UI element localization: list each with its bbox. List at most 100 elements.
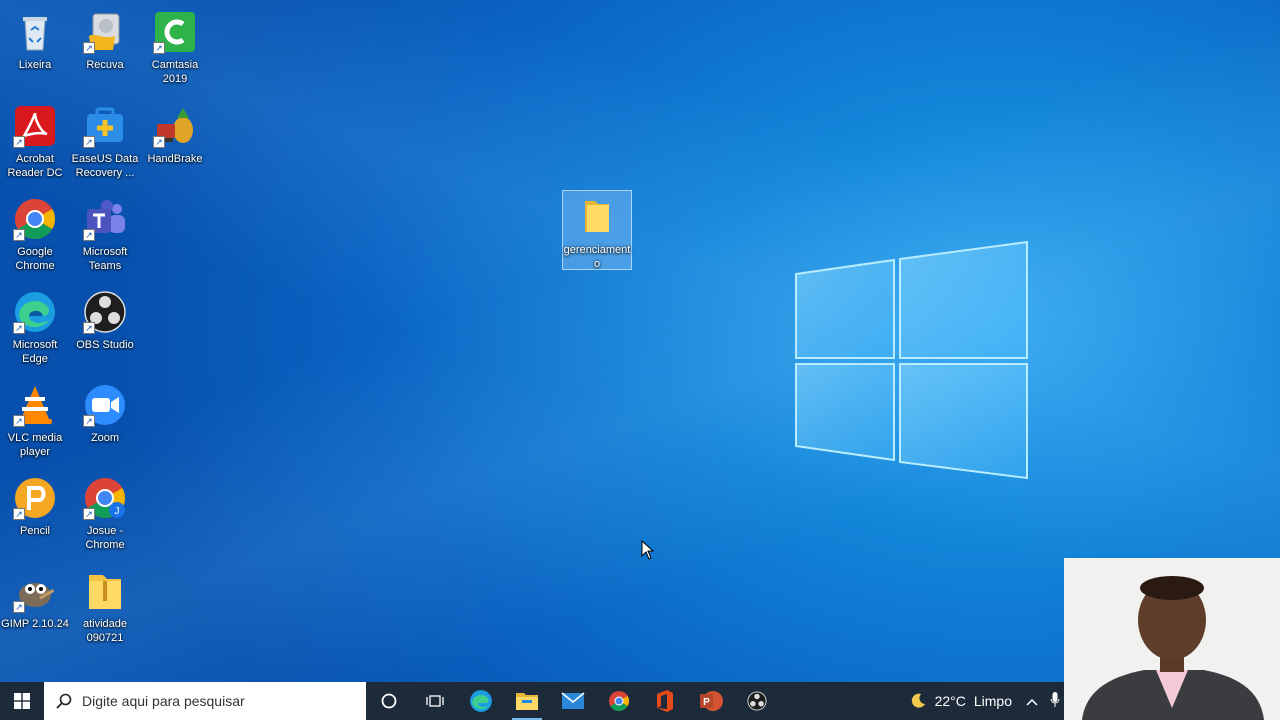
taskbar-chrome[interactable] — [596, 682, 642, 720]
zip-folder-icon — [83, 569, 127, 613]
shortcut-arrow-icon: ↗ — [13, 415, 25, 427]
desktop-icon-obs-studio[interactable]: ↗ OBS Studio — [70, 286, 140, 352]
shortcut-arrow-icon: ↗ — [83, 508, 95, 520]
icon-label: Recuva — [86, 59, 124, 71]
easeus-icon: ↗ — [83, 104, 127, 148]
shortcut-arrow-icon: ↗ — [83, 229, 95, 241]
icon-label: HandBrake — [147, 153, 203, 165]
svg-text:P: P — [703, 697, 710, 708]
desktop-icon-google-chrome[interactable]: ↗ Google Chrome — [0, 193, 70, 273]
desktop-folder-gerenciamento[interactable]: gerenciamento — [562, 190, 632, 270]
weather-temperature: 22°C — [934, 693, 966, 709]
taskbar-file-explorer[interactable] — [504, 682, 550, 720]
taskbar-powerpoint[interactable]: P — [688, 682, 734, 720]
icon-label: GIMP 2.10.24 — [1, 618, 69, 630]
desktop-icon-microsoft-teams[interactable]: ↗ Microsoft Teams — [70, 193, 140, 273]
shortcut-arrow-icon: ↗ — [153, 42, 165, 54]
chrome-icon — [609, 691, 629, 711]
chevron-up-icon — [1026, 698, 1038, 706]
taskbar-search-box[interactable]: Digite aqui para pesquisar — [44, 682, 366, 720]
desktop-icon-pencil[interactable]: ↗ Pencil — [0, 472, 70, 538]
zoom-icon: ↗ — [83, 383, 127, 427]
weather-widget[interactable]: 22°C Limpo — [909, 692, 1012, 710]
icon-label: Google Chrome — [15, 246, 55, 272]
show-hidden-icons-button[interactable] — [1026, 693, 1038, 709]
icon-label: atividade 090721 — [82, 618, 128, 644]
icon-label: OBS Studio — [76, 339, 134, 351]
shortcut-arrow-icon: ↗ — [13, 229, 25, 241]
recuva-icon: ↗ — [83, 10, 127, 54]
camtasia-icon: ↗ — [153, 10, 197, 54]
taskbar-office[interactable] — [642, 682, 688, 720]
windows-start-icon — [14, 693, 30, 709]
search-icon — [56, 693, 72, 709]
start-button[interactable] — [0, 682, 44, 720]
microphone-button[interactable] — [1050, 691, 1060, 711]
taskbar: Digite aqui para pesquisar P 22°C Limpo — [0, 682, 1064, 720]
icon-label: gerenciamento — [563, 244, 631, 270]
icon-label: Microsoft Teams — [82, 246, 128, 272]
icon-label: Zoom — [90, 432, 120, 444]
folder-icon — [575, 195, 619, 239]
desktop-icon-gimp[interactable]: ↗ GIMP 2.10.24 — [0, 565, 70, 631]
handbrake-icon: ↗ — [153, 104, 197, 148]
search-placeholder: Digite aqui para pesquisar — [82, 693, 245, 709]
acrobat-icon: ↗ — [13, 104, 57, 148]
chrome-profile-icon: J ↗ — [83, 476, 127, 520]
task-view-button[interactable] — [412, 682, 458, 720]
taskbar-mail[interactable] — [550, 682, 596, 720]
moon-icon — [911, 693, 925, 708]
icon-label: Acrobat Reader DC — [7, 153, 63, 179]
obs-icon: ↗ — [83, 290, 127, 334]
chrome-icon: ↗ — [13, 197, 57, 241]
weather-condition: Limpo — [973, 693, 1012, 709]
taskbar-edge[interactable] — [458, 682, 504, 720]
task-view-icon — [426, 695, 444, 707]
shortcut-arrow-icon: ↗ — [13, 322, 25, 334]
svg-text:J: J — [115, 506, 120, 517]
gimp-icon: ↗ — [13, 569, 57, 613]
file-explorer-icon — [516, 693, 538, 710]
office-icon — [657, 690, 673, 712]
icon-label: EaseUS Data Recovery ... — [71, 153, 139, 179]
shortcut-arrow-icon: ↗ — [83, 136, 95, 148]
icon-label: Camtasia 2019 — [151, 59, 199, 85]
pencil-app-icon: ↗ — [13, 476, 57, 520]
desktop-icon-lixeira[interactable]: Lixeira — [0, 6, 70, 72]
desktop-icon-camtasia[interactable]: ↗ Camtasia 2019 — [140, 6, 210, 86]
vlc-cone-icon: ↗ — [13, 383, 57, 427]
powerpoint-icon: P — [700, 691, 723, 711]
obs-icon — [747, 691, 767, 711]
desktop-icon-microsoft-edge[interactable]: ↗ Microsoft Edge — [0, 286, 70, 366]
shortcut-arrow-icon: ↗ — [13, 136, 25, 148]
presenter-video-image — [1064, 558, 1280, 720]
mouse-cursor-icon — [641, 540, 655, 560]
desktop-icon-josue-chrome[interactable]: J ↗ Josue - Chrome — [70, 472, 140, 552]
shortcut-arrow-icon: ↗ — [13, 508, 25, 520]
icon-label: VLC media player — [7, 432, 63, 458]
shortcut-arrow-icon: ↗ — [83, 42, 95, 54]
shortcut-arrow-icon: ↗ — [153, 136, 165, 148]
cortana-button[interactable] — [366, 682, 412, 720]
icon-label: Microsoft Edge — [12, 339, 58, 365]
desktop-icon-easeus[interactable]: ↗ EaseUS Data Recovery ... — [70, 100, 140, 180]
system-tray: 22°C Limpo — [909, 682, 1064, 720]
desktop-icon-acrobat[interactable]: ↗ Acrobat Reader DC — [0, 100, 70, 180]
icon-label: Pencil — [20, 525, 50, 537]
mail-icon — [561, 692, 585, 709]
icon-label: Josue - Chrome — [85, 525, 125, 551]
desktop-icon-zoom[interactable]: ↗ Zoom — [70, 379, 140, 445]
shortcut-arrow-icon: ↗ — [83, 322, 95, 334]
edge-icon — [470, 690, 492, 712]
microphone-icon — [1050, 691, 1060, 707]
desktop-icon-vlc[interactable]: ↗ VLC media player — [0, 379, 70, 459]
edge-icon: ↗ — [13, 290, 57, 334]
shortcut-arrow-icon: ↗ — [13, 601, 25, 613]
shortcut-arrow-icon: ↗ — [83, 415, 95, 427]
desktop-icon-atividade-folder[interactable]: atividade 090721 — [70, 565, 140, 645]
recycle-bin-icon — [13, 10, 57, 54]
desktop-icon-handbrake[interactable]: ↗ HandBrake — [140, 100, 210, 166]
taskbar-obs[interactable] — [734, 682, 780, 720]
cortana-icon — [381, 693, 397, 709]
desktop-icon-recuva[interactable]: ↗ Recuva — [70, 6, 140, 72]
